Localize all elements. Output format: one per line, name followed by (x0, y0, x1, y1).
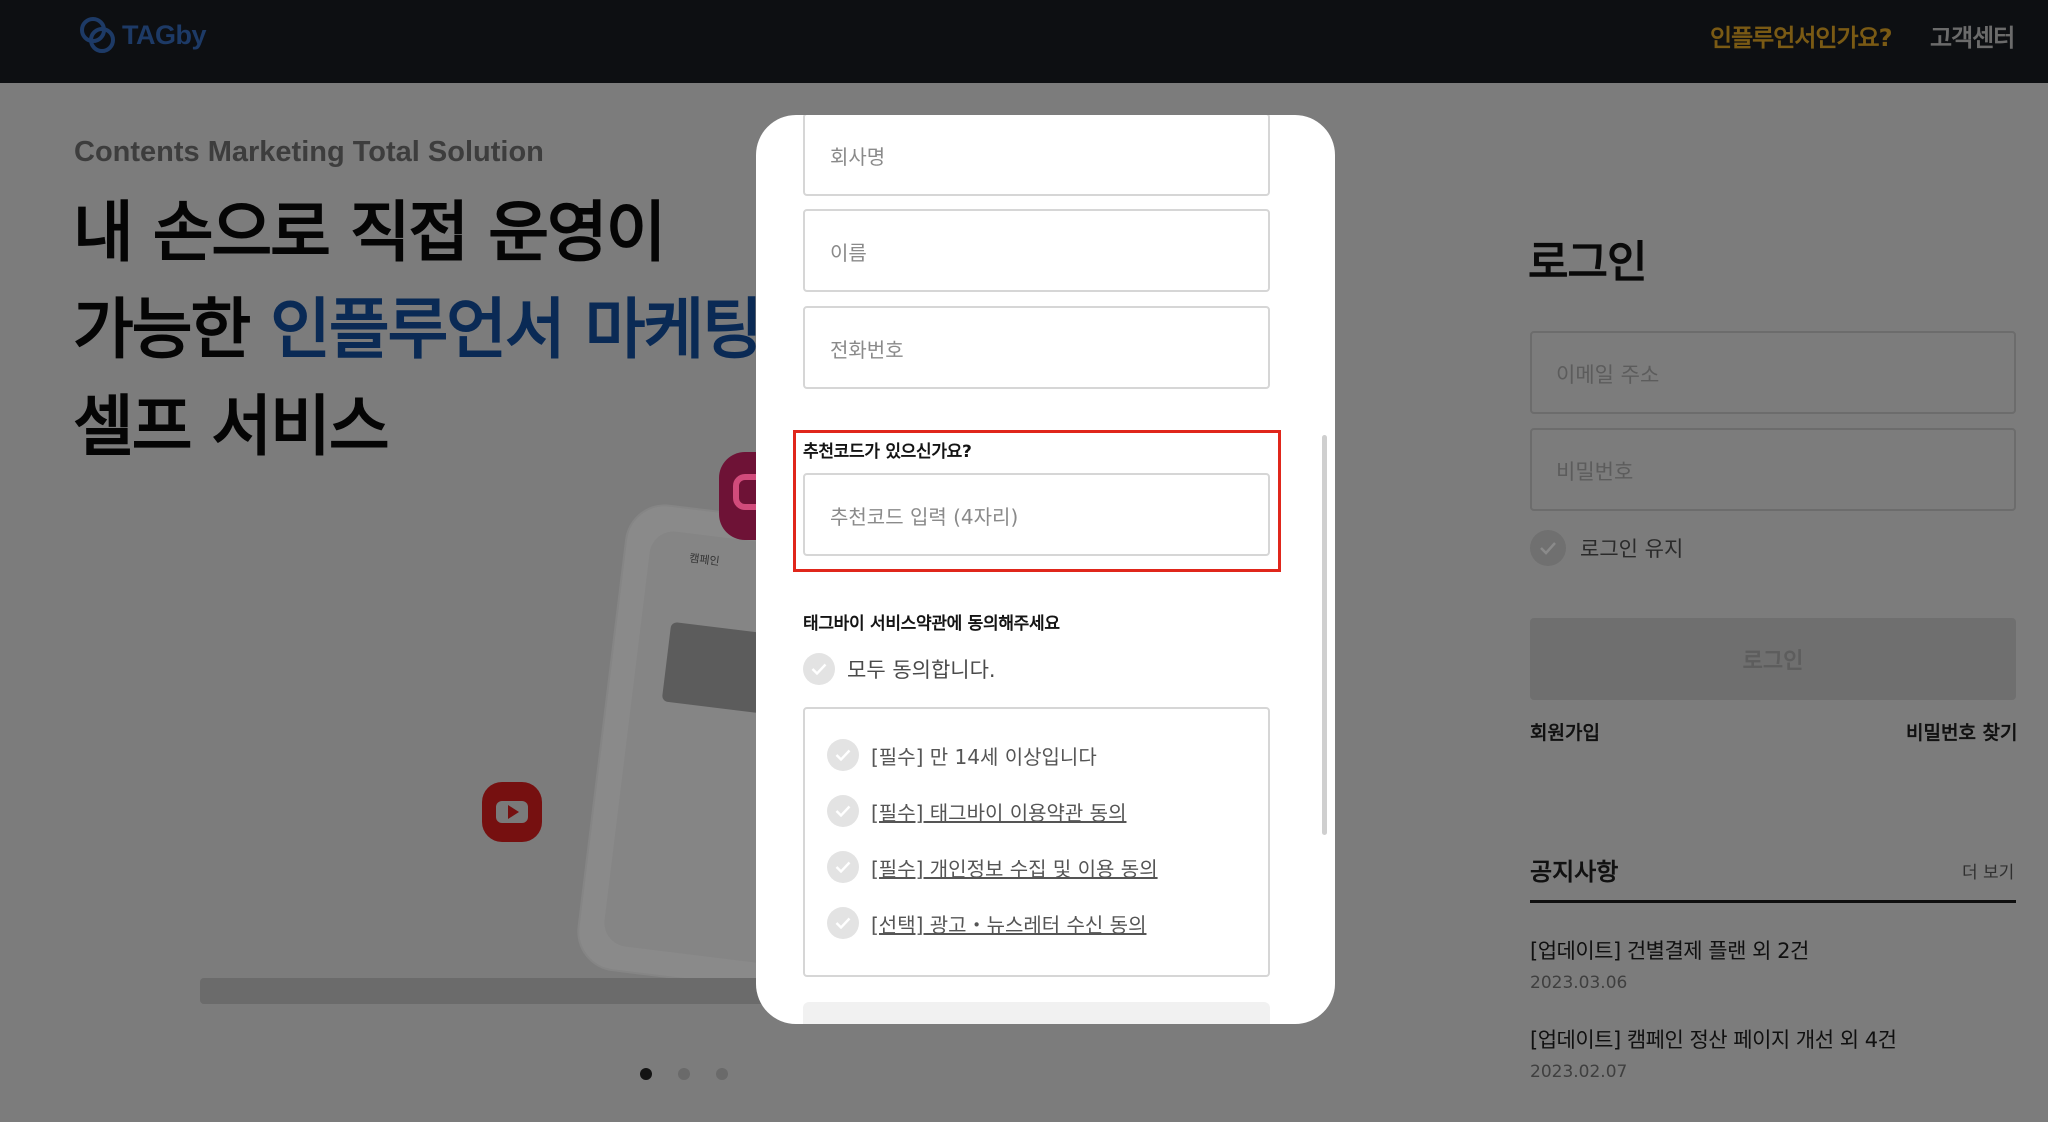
referral-code-field[interactable]: 추천코드 입력 (4자리) (803, 473, 1270, 556)
terms-list: [필수] 만 14세 이상입니다 [필수] 태그바이 이용약관 동의 [필수] … (803, 707, 1270, 977)
term-age-label: [필수] 만 14세 이상입니다 (871, 744, 1097, 769)
phone-placeholder: 전화번호 (830, 338, 904, 362)
notice-item-2[interactable]: [업데이트] 캠페인 정산 페이지 개선 외 4건 (1530, 1024, 1897, 1054)
name-placeholder: 이름 (830, 241, 867, 265)
tagby-logo-icon (80, 17, 115, 53)
phone-field[interactable]: 전화번호 (803, 306, 1270, 389)
agree-all-checkbox[interactable]: 모두 동의합니다. (803, 653, 996, 685)
check-icon (1530, 530, 1566, 566)
find-password-link[interactable]: 비밀번호 찾기 (1906, 718, 2018, 745)
check-icon (827, 795, 859, 827)
tagby-logo[interactable]: TAGby (78, 14, 207, 56)
keep-login-label: 로그인 유지 (1580, 537, 1684, 561)
logo-text: TAGby (122, 19, 207, 50)
mockup-image (661, 621, 771, 714)
login-button[interactable]: 로그인 (1530, 618, 2016, 700)
agree-all-label: 모두 동의합니다. (847, 658, 996, 682)
term-marketing-checkbox[interactable]: [선택] 광고・뉴스레터 수신 동의 (827, 907, 1146, 939)
signup-modal: 회사명 이름 전화번호 추천코드가 있으신가요? 추천코드 입력 (4자리) 태… (756, 115, 1335, 1024)
check-icon (827, 739, 859, 771)
term-age-checkbox[interactable]: [필수] 만 14세 이상입니다 (827, 739, 1097, 771)
notice-more-link[interactable]: 더 보기 (1962, 858, 2014, 883)
notice-item-1[interactable]: [업데이트] 건별결제 플랜 외 2건 (1530, 935, 1809, 965)
keep-login-checkbox[interactable]: 로그인 유지 (1530, 530, 1683, 566)
nav-influencer-link[interactable]: 인플루언서인가요? (1710, 18, 1893, 53)
carousel-dots (640, 1068, 728, 1080)
notice-date-1: 2023.03.06 (1530, 973, 1628, 993)
login-title: 로그인 (1528, 237, 1647, 288)
notice-date-2: 2023.02.07 (1530, 1062, 1628, 1082)
company-field[interactable]: 회사명 (803, 115, 1270, 196)
email-placeholder: 이메일 주소 (1556, 363, 1660, 387)
laptop-base (200, 978, 780, 1004)
hero-line-1: 내 손으로 직접 운영이 (73, 194, 666, 271)
email-field[interactable]: 이메일 주소 (1530, 331, 2016, 414)
submit-button[interactable] (803, 1002, 1270, 1024)
term-service-checkbox[interactable]: [필수] 태그바이 이용약관 동의 (827, 795, 1126, 827)
term-privacy-checkbox[interactable]: [필수] 개인정보 수집 및 이용 동의 (827, 851, 1158, 883)
carousel-dot-3[interactable] (716, 1068, 728, 1080)
check-icon (827, 851, 859, 883)
referral-label: 추천코드가 있으신가요? (803, 442, 972, 462)
terms-heading: 태그바이 서비스약관에 동의해주세요 (803, 614, 1060, 634)
carousel-dot-2[interactable] (678, 1068, 690, 1080)
hero-line-3: 셀프 서비스 (73, 388, 390, 465)
password-placeholder: 비밀번호 (1556, 460, 1634, 484)
check-icon (803, 653, 835, 685)
password-field[interactable]: 비밀번호 (1530, 428, 2016, 511)
top-nav-bar: TAGby 인플루언서인가요? 고객센터 (0, 0, 2048, 83)
hero-line-2: 가능한 인플루언서 마케팅 (73, 281, 763, 378)
nav-support-link[interactable]: 고객센터 (1930, 18, 2015, 53)
modal-scrollbar[interactable] (1322, 435, 1327, 835)
hero-tagline: Contents Marketing Total Solution (74, 136, 544, 168)
term-marketing-link[interactable]: [선택] 광고・뉴스레터 수신 동의 (871, 909, 1146, 938)
name-field[interactable]: 이름 (803, 209, 1270, 292)
notice-divider (1530, 900, 2016, 903)
mockup-title: 캠페인 (688, 551, 721, 569)
carousel-dot-1[interactable] (640, 1068, 652, 1080)
company-placeholder: 회사명 (830, 145, 886, 169)
term-service-link[interactable]: [필수] 태그바이 이용약관 동의 (871, 797, 1126, 826)
hero-headline: 내 손으로 직접 운영이 가능한 인플루언서 마케팅 셀프 서비스 (73, 184, 763, 475)
referral-placeholder: 추천코드 입력 (4자리) (830, 505, 1019, 529)
check-icon (827, 907, 859, 939)
hero-line-2-prefix: 가능한 (73, 291, 271, 368)
hero-line-2-highlight: 인플루언서 마케팅 (270, 291, 763, 368)
term-privacy-link[interactable]: [필수] 개인정보 수집 및 이용 동의 (871, 853, 1158, 882)
signup-link[interactable]: 회원가입 (1530, 718, 1600, 745)
notice-title: 공지사항 (1530, 858, 1619, 886)
youtube-icon (482, 782, 542, 842)
